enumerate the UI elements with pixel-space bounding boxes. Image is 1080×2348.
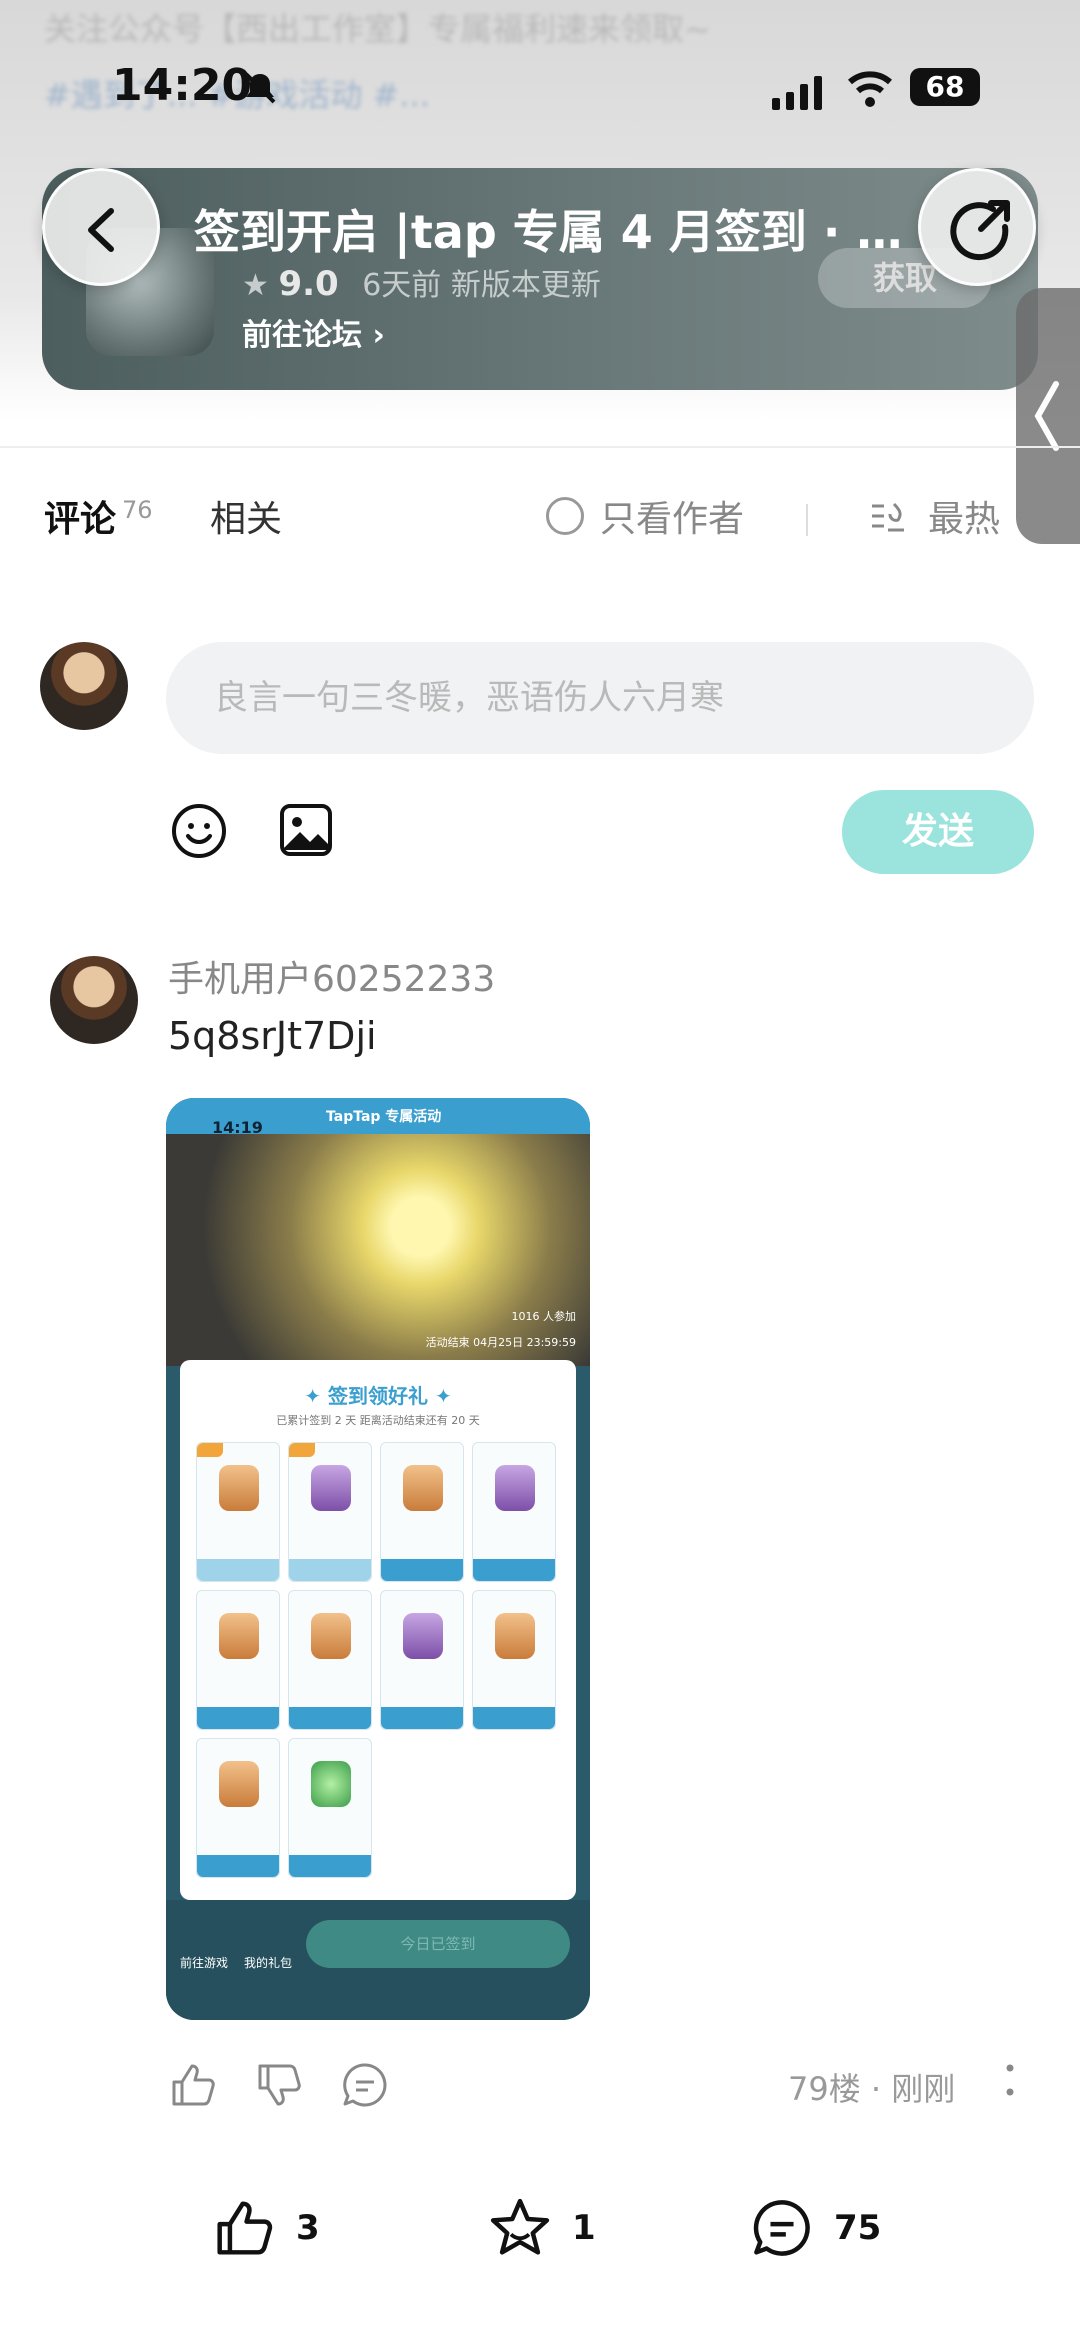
emoji-icon[interactable] — [170, 802, 228, 860]
comment-dislike-icon[interactable] — [254, 2060, 304, 2110]
comment-like-icon[interactable] — [168, 2060, 218, 2110]
image-my-gifts: 我的礼包 — [244, 1956, 293, 1970]
update-text: 6天前 新版本更新 — [362, 268, 601, 303]
sort-icon — [872, 502, 904, 532]
reward-cell — [472, 1590, 556, 1730]
reward-cell — [196, 1738, 280, 1878]
comment-tabs: 评论 76 相关 只看作者 最热 — [0, 490, 1080, 550]
only-author-toggle[interactable]: 只看作者 — [546, 490, 744, 542]
sort-hot-button[interactable]: 最热 — [868, 490, 1000, 542]
like-count: 3 — [296, 2208, 320, 2248]
comment-text: 5q8srJt7Dji — [168, 1014, 377, 1058]
image-end-time: 活动结束 04月25日 23:59:59 — [425, 1336, 576, 1349]
favorite-button[interactable]: 1 — [488, 2196, 596, 2260]
image-go-game: 前往游戏 — [180, 1956, 229, 1970]
comment-input[interactable]: 良言一句三冬暖，恶语伤人六月寒 — [166, 642, 1034, 754]
comment-bubble-icon — [753, 2200, 810, 2256]
comment-image[interactable]: 14:19 TapTap 专属活动 1016 人参加 活动结束 04月25日 2… — [166, 1098, 590, 2020]
divider — [0, 446, 1080, 448]
reward-cell — [288, 1738, 372, 1878]
status-bar: 14:20 68 — [0, 60, 1080, 120]
reward-cell — [196, 1590, 280, 1730]
thumbs-up-icon — [217, 2201, 273, 2255]
reward-cell — [472, 1442, 556, 1582]
reward-cell — [288, 1590, 372, 1730]
commenter-name[interactable]: 手机用户60252233 — [168, 950, 495, 1002]
reward-grid — [196, 1442, 560, 1878]
send-button[interactable]: 发送 — [842, 790, 1034, 874]
share-button[interactable] — [918, 168, 1036, 286]
more-options-icon[interactable] — [1000, 2050, 1020, 2110]
my-avatar — [40, 642, 128, 730]
chevron-left-icon — [88, 208, 114, 252]
game-rating: ★ 9.0 6天前 新版本更新 — [242, 264, 601, 304]
floor-and-time: 79楼 · 刚刚 — [788, 2070, 956, 2108]
image-participants: 1016 人参加 — [511, 1310, 577, 1323]
reward-cell — [288, 1442, 372, 1582]
comments-button[interactable]: 75 — [750, 2196, 881, 2260]
star-icon — [490, 2198, 550, 2255]
share-icon — [950, 200, 1010, 261]
checkin-subtitle: 已累计签到 2 天 距离活动结束还有 20 天 — [276, 1414, 480, 1427]
image-banner: 1016 人参加 活动结束 04月25日 23:59:59 — [166, 1134, 590, 1366]
battery-indicator: 68 — [910, 68, 980, 106]
favorite-count: 1 — [572, 2208, 596, 2248]
image-brand: TapTap 专属活动 — [326, 1109, 442, 1125]
blurred-text-line: 关注公众号【西出工作室】专属福利速来领取~ — [44, 10, 711, 48]
radio-icon — [546, 497, 584, 535]
tab-related[interactable]: 相关 — [210, 490, 282, 542]
back-button[interactable] — [42, 168, 160, 286]
image-bottom-bar: 前往游戏 我的礼包 今日已签到 — [166, 1900, 590, 2020]
separator — [806, 504, 808, 536]
mute-bell-icon — [244, 72, 276, 104]
image-icon[interactable] — [278, 802, 334, 858]
checkin-title: ✦ 签到领好礼 ✦ — [304, 1384, 452, 1408]
wifi-icon — [848, 71, 892, 107]
tab-comments[interactable]: 评论 76 — [44, 490, 153, 542]
cellular-signal-icon — [772, 74, 822, 110]
comment-reply-icon[interactable] — [340, 2060, 390, 2110]
status-time: 14:20 — [112, 60, 253, 111]
game-header-card[interactable]: 签到开启 |tap 专属 4 月签到 · 参与签到领福利 ★ 9.0 6天前 新… — [42, 168, 1038, 390]
checkin-panel: ✦ 签到领好礼 ✦ 已累计签到 2 天 距离活动结束还有 20 天 — [180, 1360, 576, 1900]
post-detail-page: 关注公众号【西出工作室】专属福利速来领取~ #遇到了... #游戏活动 #...… — [0, 0, 1080, 2348]
like-button[interactable]: 3 — [212, 2196, 320, 2260]
go-to-forum-link[interactable]: 前往论坛 › — [242, 310, 385, 354]
comments-count: 76 — [122, 496, 153, 524]
post-title: 签到开启 |tap 专属 4 月签到 · 参与签到领福利 — [194, 205, 914, 259]
reward-cell — [196, 1442, 280, 1582]
commenter-avatar[interactable] — [50, 956, 138, 1044]
image-checked-in-button: 今日已签到 — [306, 1920, 570, 1968]
comment-count: 75 — [834, 2208, 882, 2248]
reward-cell — [380, 1442, 464, 1582]
star-icon: ★ — [242, 268, 279, 303]
reward-cell — [380, 1590, 464, 1730]
